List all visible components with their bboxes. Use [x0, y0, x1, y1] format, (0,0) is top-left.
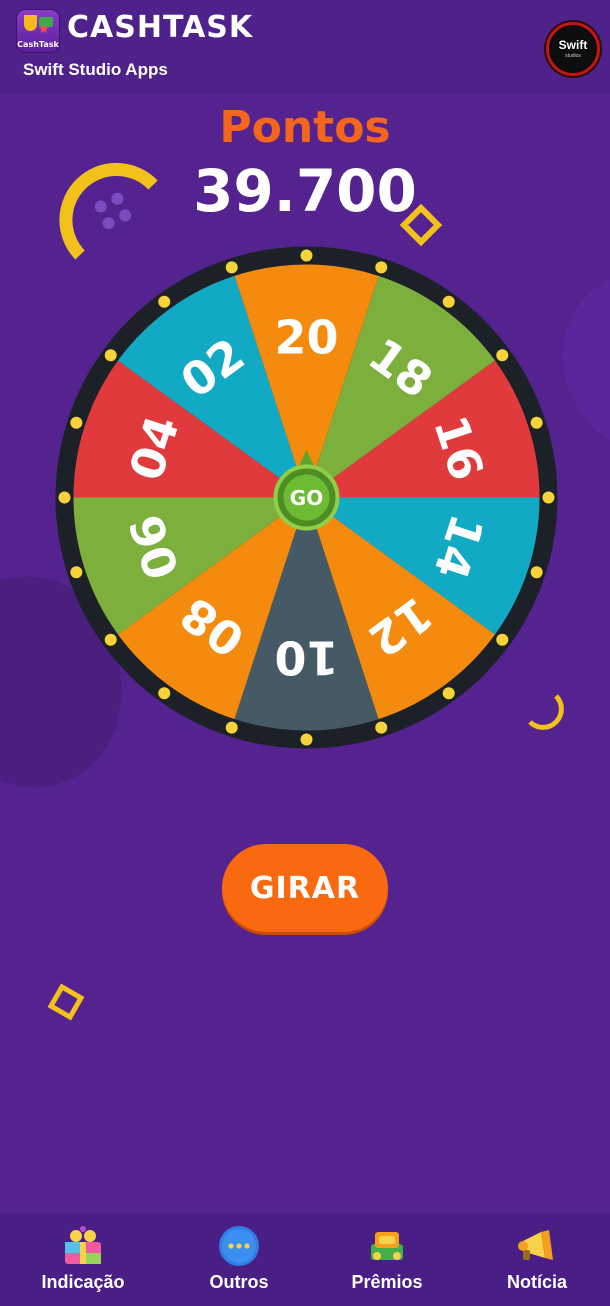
wheel-bulb	[225, 261, 238, 274]
app-logo-label: CashTask	[17, 40, 59, 49]
wheel-bulb	[70, 416, 83, 429]
app-logo: ★ CashTask	[16, 9, 60, 53]
bottom-nav: Indicação Outros Prêmios Notícia	[0, 1214, 610, 1306]
nav-label: Prêmios	[351, 1272, 423, 1292]
app-header: ★ CashTask CASHTASK Swift Studio Apps Sw…	[0, 0, 610, 93]
nav-label: Indicação	[41, 1272, 125, 1292]
wheel-bulb	[225, 721, 238, 734]
nav-label: Outros	[209, 1272, 269, 1292]
points-value: 39.700	[193, 157, 417, 225]
more-icon	[219, 1226, 259, 1266]
points-label: Pontos	[219, 102, 391, 153]
megaphone-icon	[518, 1230, 553, 1260]
app-title: CASHTASK	[67, 10, 254, 45]
star-icon: ★	[38, 22, 50, 37]
gift-icon	[65, 1226, 101, 1264]
wheel-bulb	[70, 566, 83, 579]
nav-item-indicacao[interactable]: Indicação	[7, 1214, 159, 1306]
nav-item-noticia[interactable]: Notícia	[461, 1214, 610, 1306]
wheel-bulb	[104, 349, 117, 362]
wheel-segment-label: 20	[274, 311, 338, 365]
wheel-segment-label: 10	[274, 631, 338, 685]
partner-logo[interactable]: Swift studios	[546, 22, 600, 76]
decor-diamond-icon	[47, 983, 85, 1021]
go-button-label: GO	[290, 486, 323, 510]
wheel-bulb	[58, 491, 71, 504]
wheel-bulb	[530, 416, 543, 429]
wheel-bulb	[496, 349, 509, 362]
wheel-bulb	[442, 687, 455, 700]
wheel-bulb	[375, 261, 388, 274]
wheel-bulb	[158, 687, 171, 700]
nav-item-outros[interactable]: Outros	[163, 1214, 315, 1306]
wheel-bulb	[300, 733, 313, 746]
nav-label: Notícia	[506, 1272, 567, 1292]
wheel-bulb	[496, 633, 509, 646]
app-subtitle: Swift Studio Apps	[23, 60, 168, 79]
prize-icon	[371, 1232, 403, 1260]
wheel-bulb	[442, 295, 455, 308]
nav-item-premios[interactable]: Prêmios	[311, 1214, 463, 1306]
spin-button[interactable]: GIRAR	[222, 844, 388, 932]
wheel-bulb	[158, 295, 171, 308]
wheel-bulb	[542, 491, 555, 504]
partner-logo-text: Swift	[558, 38, 588, 52]
wheel-bulb	[530, 566, 543, 579]
wheel-bulb	[104, 633, 117, 646]
prize-wheel[interactable]: 20 181614121008060402 GO	[55, 246, 558, 749]
wheel-bulb	[375, 721, 388, 734]
trophy-icon	[24, 15, 37, 31]
wheel-bulb	[300, 249, 313, 262]
partner-logo-subtext: studios	[565, 53, 581, 59]
